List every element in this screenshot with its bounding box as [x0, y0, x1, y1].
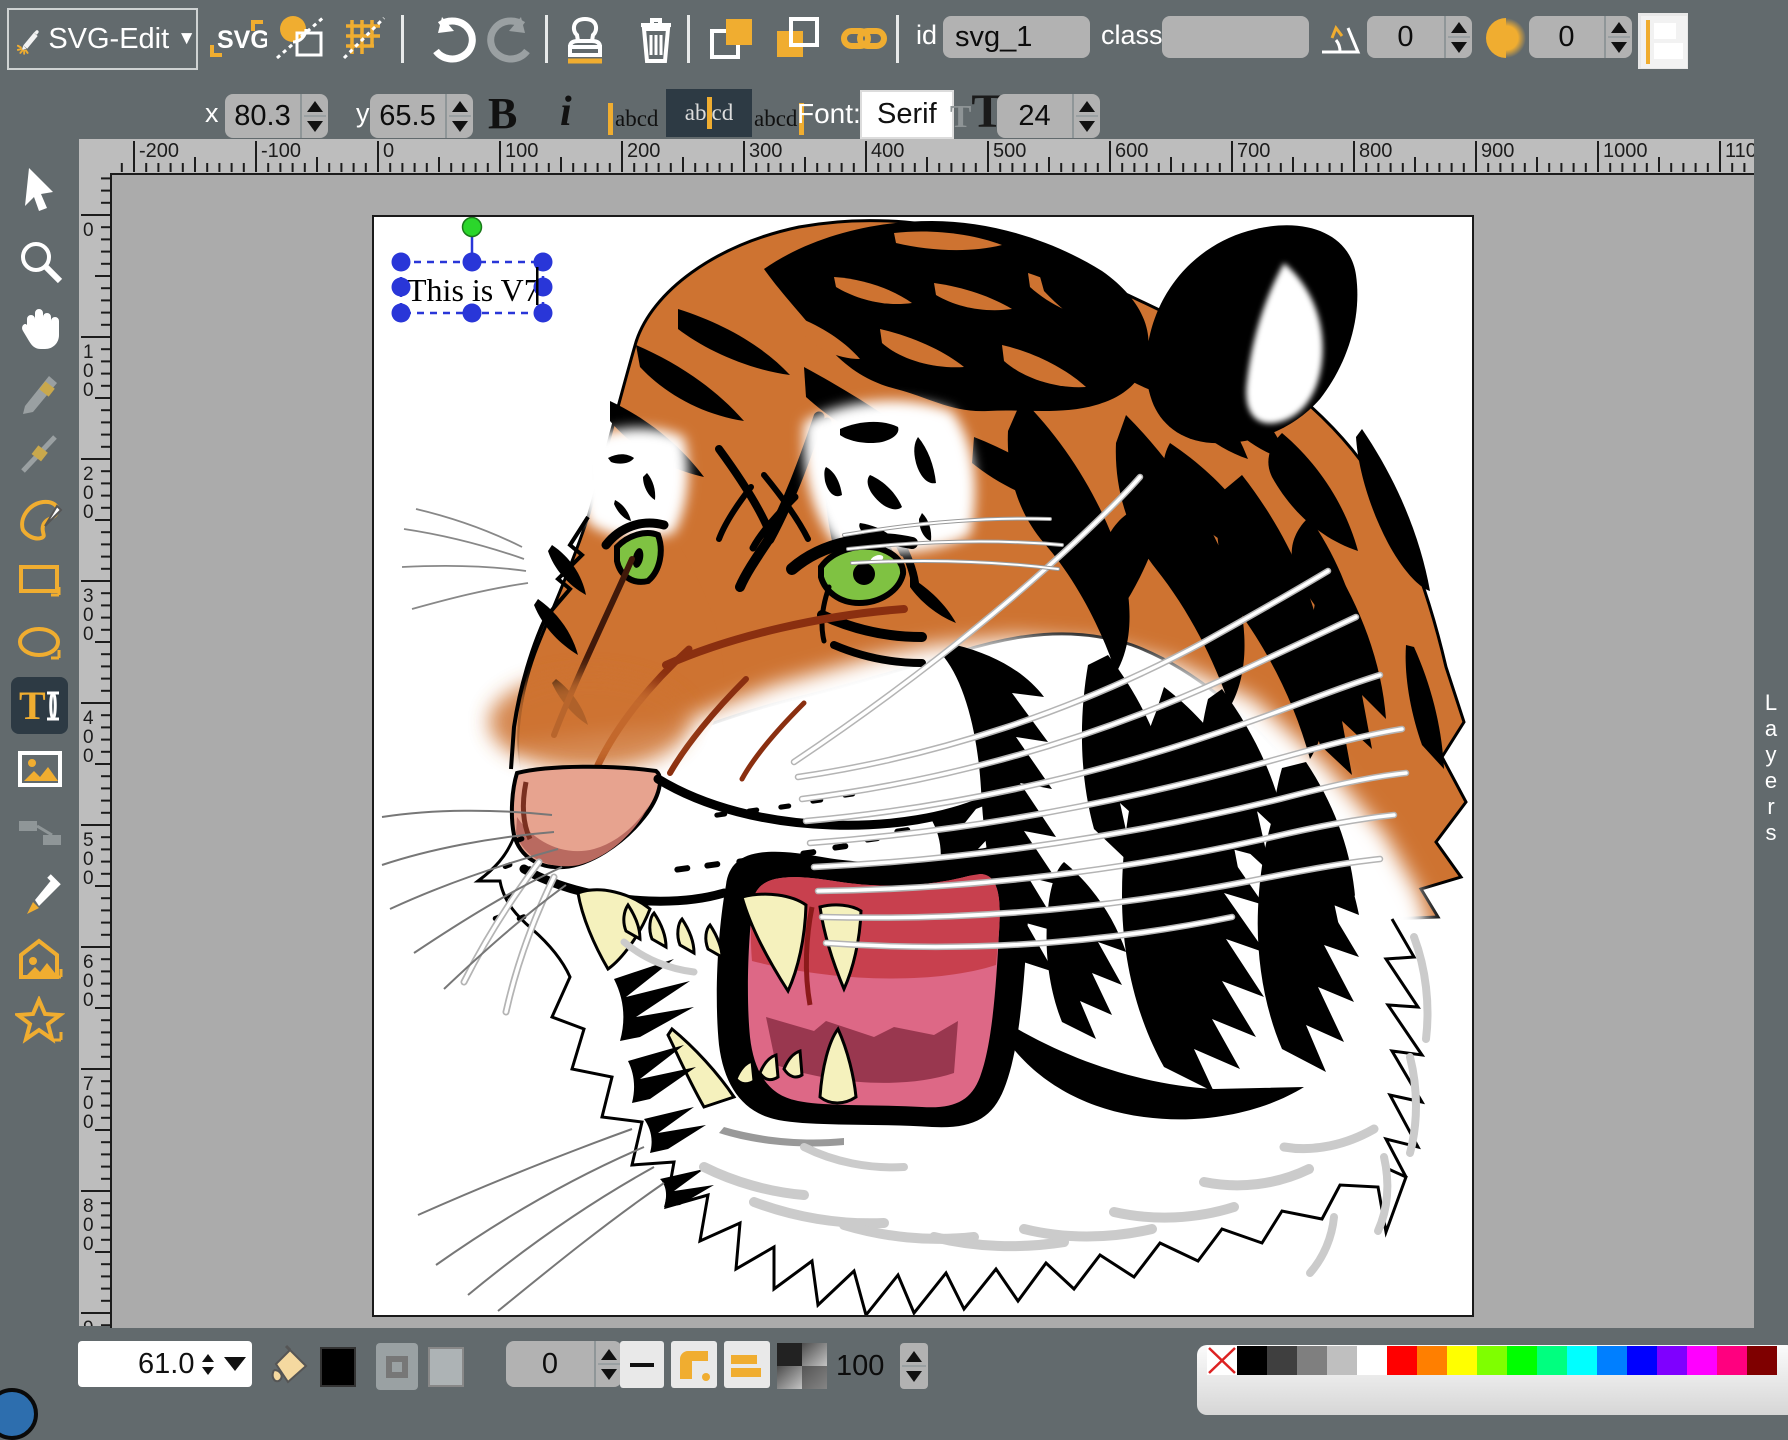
svg-text:T: T: [19, 683, 46, 728]
svg-text:SVG: SVG: [217, 26, 267, 54]
